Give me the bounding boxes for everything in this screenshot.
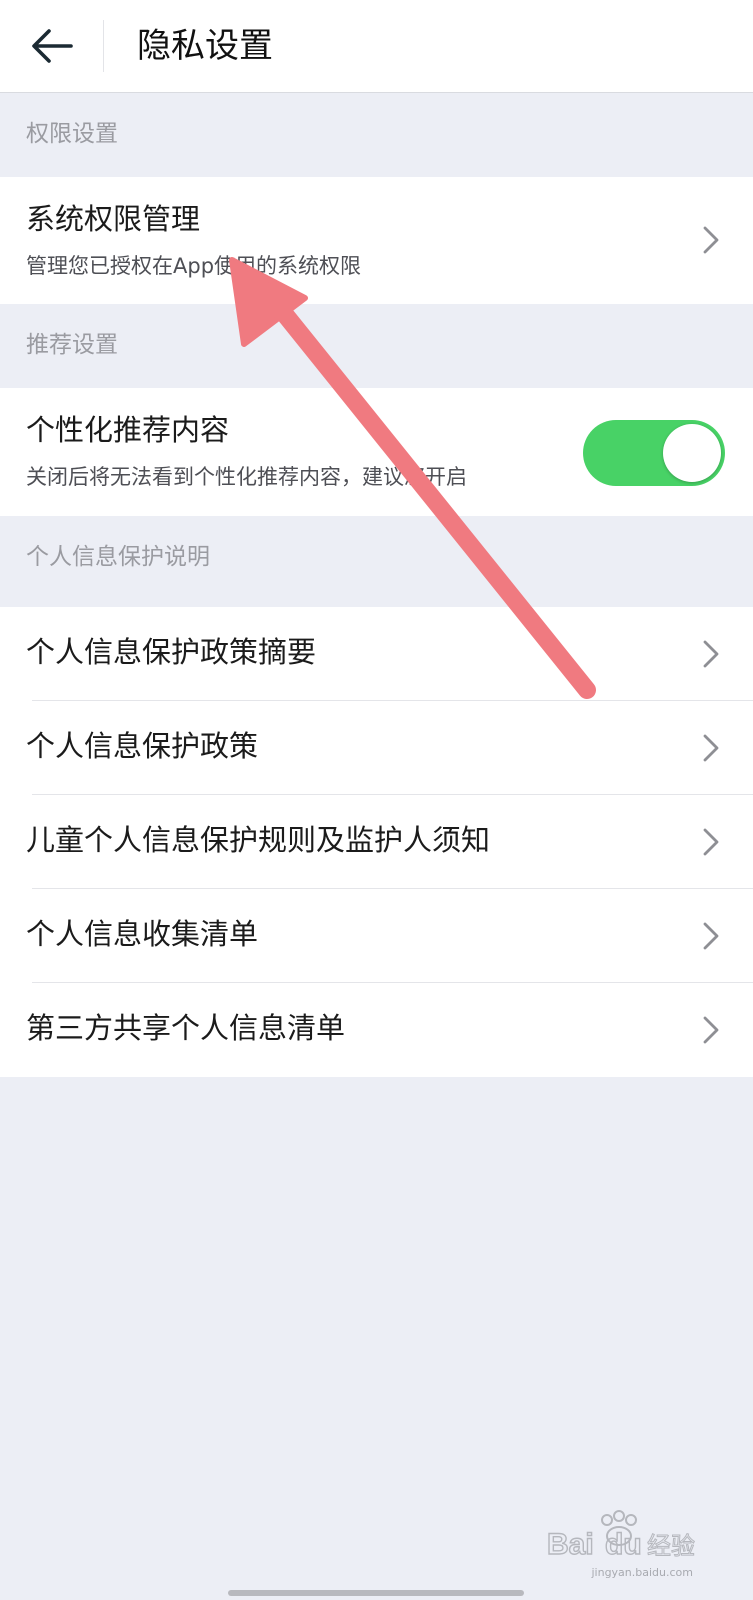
chevron-right-icon <box>703 922 719 950</box>
personalized-recommend-toggle[interactable] <box>583 420 725 486</box>
chevron-right-icon <box>703 226 719 254</box>
row-title: 儿童个人信息保护规则及监护人须知 <box>26 823 491 857</box>
top-bar: 隐私设置 <box>0 0 753 93</box>
row-title: 个性化推荐内容 <box>26 413 230 447</box>
system-permissions-row[interactable]: 系统权限管理 管理您已授权在App使用的系统权限 <box>0 177 753 304</box>
svg-text:经验: 经验 <box>647 1532 695 1560</box>
baidu-jingyan-logo: Bai du 经验 <box>547 1510 696 1562</box>
chevron-right-icon <box>703 1016 719 1044</box>
svg-text:du: du <box>605 1528 642 1561</box>
row-title: 第三方共享个人信息清单 <box>26 1011 346 1045</box>
row-title: 个人信息收集清单 <box>26 917 259 951</box>
section-header-protection: 个人信息保护说明 <box>0 516 753 600</box>
page-title: 隐私设置 <box>137 26 273 66</box>
section-label: 个人信息保护说明 <box>26 544 210 570</box>
home-indicator <box>228 1590 524 1596</box>
row-subtitle: 管理您已授权在App使用的系统权限 <box>26 254 362 278</box>
svg-text:Bai: Bai <box>547 1528 594 1561</box>
back-button[interactable] <box>26 18 78 74</box>
third-party-list-row[interactable]: 第三方共享个人信息清单 <box>0 983 753 1077</box>
privacy-policy-row[interactable]: 个人信息保护政策 <box>0 701 753 795</box>
row-title: 个人信息保护政策 <box>26 729 259 763</box>
arrow-left-icon <box>32 29 73 63</box>
section-label: 权限设置 <box>26 121 118 147</box>
policy-summary-row[interactable]: 个人信息保护政策摘要 <box>0 607 753 701</box>
section-header-permissions: 权限设置 <box>0 93 753 177</box>
chevron-right-icon <box>703 828 719 856</box>
toggle-knob <box>663 424 721 482</box>
row-title: 个人信息保护政策摘要 <box>26 635 317 669</box>
personalized-recommend-row: 个性化推荐内容 关闭后将无法看到个性化推荐内容，建议您开启 <box>0 388 753 516</box>
watermark-url: jingyan.baidu.com <box>591 1566 693 1579</box>
chevron-right-icon <box>703 640 719 668</box>
section-header-recommend: 推荐设置 <box>0 304 753 388</box>
children-rules-row[interactable]: 儿童个人信息保护规则及监护人须知 <box>0 795 753 889</box>
row-title: 系统权限管理 <box>26 202 201 236</box>
collection-list-row[interactable]: 个人信息收集清单 <box>0 889 753 983</box>
section-label: 推荐设置 <box>26 332 118 358</box>
header-divider <box>103 20 104 72</box>
chevron-right-icon <box>703 734 719 762</box>
row-subtitle: 关闭后将无法看到个性化推荐内容，建议您开启 <box>26 465 467 489</box>
privacy-settings-screen: 隐私设置 权限设置 系统权限管理 管理您已授权在App使用的系统权限 推荐设置 … <box>0 0 753 1600</box>
